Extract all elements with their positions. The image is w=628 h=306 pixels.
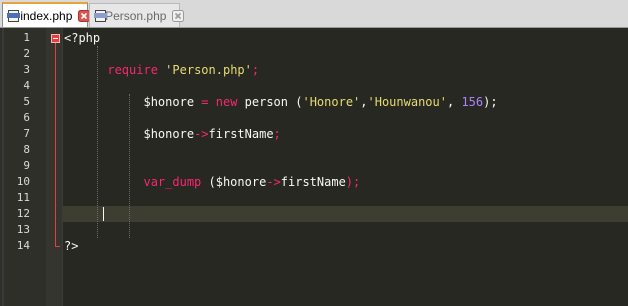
tab-index-php[interactable]: index.php bbox=[2, 2, 91, 27]
line-number: 6 bbox=[23, 111, 30, 124]
fold-range-line bbox=[55, 43, 56, 246]
line-number: 5 bbox=[23, 95, 30, 108]
code-editor[interactable]: 1 <?php 2 3 require 'Person.php'; 4 5 $honore… bbox=[0, 28, 628, 306]
code-line[interactable]: 13 bbox=[0, 222, 628, 238]
code-line[interactable]: 5 $honore = new person ('Honore','Hounwa… bbox=[0, 94, 628, 110]
line-number: 14 bbox=[16, 239, 30, 252]
php-file-icon bbox=[7, 9, 20, 23]
line-number: 3 bbox=[23, 63, 30, 76]
fold-collapse-icon[interactable] bbox=[51, 34, 60, 43]
code-text[interactable]: require 'Person.php'; bbox=[64, 62, 259, 78]
text-cursor bbox=[103, 207, 104, 221]
tab-label: Person.php bbox=[105, 8, 167, 23]
code-line[interactable]: 11 bbox=[0, 190, 628, 206]
fold-end-marker bbox=[55, 246, 60, 247]
code-line[interactable]: 2 bbox=[0, 46, 628, 62]
line-number: 9 bbox=[23, 159, 30, 172]
line-number: 1 bbox=[23, 31, 30, 44]
tab-label: index.php bbox=[20, 8, 73, 23]
code-line[interactable]: 3 require 'Person.php'; bbox=[0, 62, 628, 78]
close-tab-icon[interactable] bbox=[78, 9, 91, 22]
code-line[interactable]: 9 bbox=[0, 158, 628, 174]
indent-guide bbox=[129, 94, 130, 238]
line-number: 7 bbox=[23, 127, 30, 140]
code-line[interactable]: 12 bbox=[0, 206, 628, 222]
code-line[interactable]: 1 <?php bbox=[0, 30, 628, 46]
line-number: 12 bbox=[16, 207, 30, 220]
code-line[interactable]: 14 ?> bbox=[0, 238, 628, 254]
close-tab-icon[interactable] bbox=[172, 9, 185, 22]
code-line[interactable]: 6 bbox=[0, 110, 628, 126]
code-line[interactable]: 7 $honore->firstName; bbox=[0, 126, 628, 142]
line-number: 10 bbox=[16, 175, 30, 188]
code-text[interactable]: ?> bbox=[64, 238, 78, 254]
line-number: 13 bbox=[16, 223, 30, 236]
php-file-icon bbox=[94, 9, 107, 23]
line-number: 11 bbox=[16, 191, 30, 204]
code-text[interactable]: <?php bbox=[64, 30, 100, 46]
line-number: 4 bbox=[23, 79, 30, 92]
indent-guide bbox=[97, 46, 98, 238]
line-number: 2 bbox=[23, 47, 30, 60]
code-line[interactable]: 10 var_dump ($honore->firstName); bbox=[0, 174, 628, 190]
tab-bar: index.php Person.php bbox=[0, 0, 628, 28]
code-line[interactable]: 4 bbox=[0, 78, 628, 94]
code-line[interactable]: 8 bbox=[0, 142, 628, 158]
tab-person-php[interactable]: Person.php bbox=[89, 3, 185, 27]
line-number: 8 bbox=[23, 143, 30, 156]
code-text[interactable]: var_dump ($honore->firstName); bbox=[64, 174, 360, 190]
